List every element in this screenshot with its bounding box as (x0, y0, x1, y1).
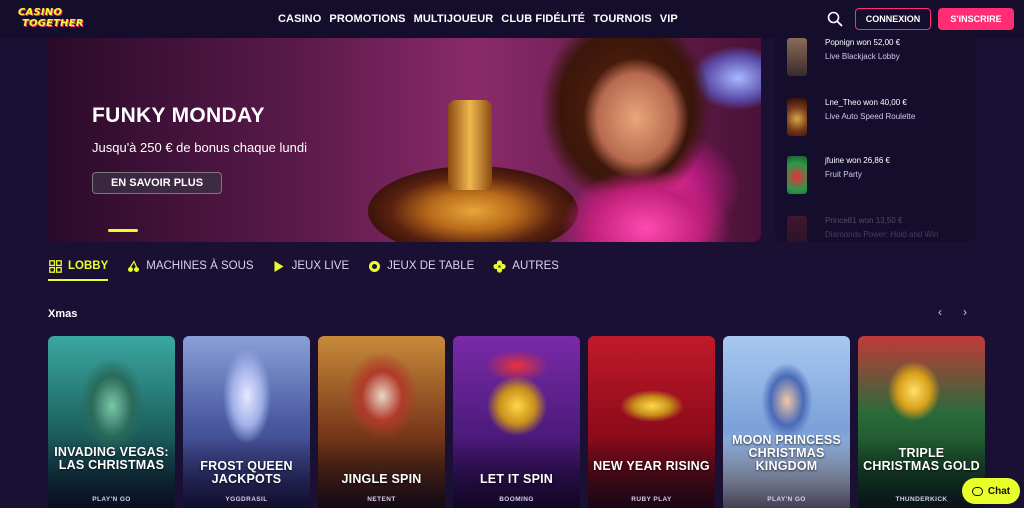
recent-wins-feed: Popnign won 52,00 € Live Blackjack Lobby… (775, 30, 976, 242)
hostess-illustration (526, 38, 736, 242)
game-provider: RUBY PLAY (631, 496, 672, 503)
game-title: LET IT SPIN (479, 472, 554, 486)
main-nav: CASINO PROMOTIONS MULTIJOUEUR CLUB FIDÉL… (278, 0, 686, 38)
tab-label: JEUX DE TABLE (387, 260, 475, 272)
game-card[interactable]: LET IT SPIN BOOMING (453, 336, 580, 508)
chat-label: Chat (987, 485, 1011, 497)
login-button[interactable]: CONNEXION (855, 8, 931, 30)
section-title: Xmas (48, 308, 78, 320)
tab-autres[interactable]: AUTRES (492, 259, 559, 273)
chevron-right-icon[interactable]: › (958, 305, 972, 319)
tab-machines-a-sous[interactable]: MACHINES À SOUS (126, 259, 254, 273)
chevron-left-icon[interactable]: ‹ (933, 305, 947, 319)
game-thumbnail (787, 98, 807, 136)
casino-together-logo[interactable]: CASINO TOGETHER (18, 7, 92, 31)
game-provider: YGGDRASIL (225, 496, 268, 503)
game-title: INVADING VEGAS: LAS CHRISTMAS (54, 445, 169, 472)
game-provider: PLAY'N GO (92, 496, 131, 503)
game-provider: PLAY'N GO (767, 496, 806, 503)
win-item[interactable]: Popnign won 52,00 € Live Blackjack Lobby (787, 38, 972, 88)
game-title: MOON PRINCESS CHRISTMAS KINGDOM (732, 433, 841, 473)
win-text: jfuine won 26,86 € (825, 156, 890, 165)
game-card[interactable]: INVADING VEGAS: LAS CHRISTMAS PLAY'N GO (48, 336, 175, 508)
play-icon (272, 259, 286, 273)
win-game: Live Auto Speed Roulette (825, 112, 916, 121)
promo-banner[interactable]: FUNKY MONDAY Jusqu'à 250 € de bonus chaq… (48, 38, 761, 242)
category-tabs: LOBBY MACHINES À SOUS JEUX LIVE JEUX DE … (48, 258, 577, 274)
tab-jeux-de-table[interactable]: JEUX DE TABLE (367, 259, 474, 273)
tab-label: JEUX LIVE (291, 260, 350, 272)
game-card[interactable]: JINGLE SPIN NETENT (318, 336, 445, 508)
carousel-indicator[interactable] (108, 229, 138, 232)
logo-line1: CASINO (18, 7, 63, 18)
win-game: Diamonds Power: Hold and Win (825, 230, 939, 239)
promo-title: FUNKY MONDAY (92, 104, 265, 127)
game-thumbnail (787, 216, 807, 242)
game-provider: NETENT (367, 496, 396, 503)
game-provider: BOOMING (499, 496, 534, 503)
tab-jeux-live[interactable]: JEUX LIVE (272, 259, 350, 273)
chat-bubble-icon (971, 486, 983, 496)
nav-promotions[interactable]: PROMOTIONS (329, 13, 405, 25)
win-item[interactable]: jfuine won 26,86 € Fruit Party (787, 156, 972, 206)
game-thumbnail (787, 38, 807, 76)
signup-button[interactable]: S'INSCRIRE (938, 8, 1014, 30)
search-icon[interactable] (826, 10, 844, 28)
win-game: Live Blackjack Lobby (825, 52, 900, 61)
win-text: Popnign won 52,00 € (825, 38, 901, 47)
win-game: Fruit Party (825, 170, 862, 179)
promo-subtitle: Jusqu'à 250 € de bonus chaque lundi (92, 140, 307, 155)
chip-icon (367, 259, 381, 273)
game-title: JINGLE SPIN (341, 472, 422, 486)
win-text: Lne_Theo won 40,00 € (825, 98, 907, 107)
learn-more-button[interactable]: EN SAVOIR PLUS (92, 172, 222, 194)
win-item[interactable]: Prince81 won 13,50 € Diamonds Power: Hol… (787, 216, 972, 242)
nav-tournois[interactable]: TOURNOIS (593, 13, 652, 25)
active-tab-indicator (48, 279, 108, 281)
chat-button[interactable]: Chat (962, 478, 1020, 504)
tab-lobby[interactable]: LOBBY (48, 259, 108, 273)
roulette-turret-illustration (448, 100, 492, 190)
game-title: NEW YEAR RISING (593, 459, 710, 473)
nav-multijoueur[interactable]: MULTIJOUEUR (414, 13, 494, 25)
cherry-icon (126, 259, 140, 273)
nav-club-fidelite[interactable]: CLUB FIDÉLITÉ (501, 13, 585, 25)
logo-line2: TOGETHER (22, 18, 84, 29)
clover-icon (492, 259, 506, 273)
nav-casino[interactable]: CASINO (278, 13, 321, 25)
nav-vip[interactable]: VIP (660, 13, 678, 25)
game-title: FROST QUEEN JACKPOTS (200, 459, 293, 486)
game-thumbnail (787, 156, 807, 194)
game-card[interactable]: NEW YEAR RISING RUBY PLAY (588, 336, 715, 508)
game-card[interactable]: FROST QUEEN JACKPOTS YGGDRASIL (183, 336, 310, 508)
tab-label: MACHINES À SOUS (146, 260, 254, 272)
tab-label: LOBBY (68, 260, 109, 272)
win-item[interactable]: Lne_Theo won 40,00 € Live Auto Speed Rou… (787, 98, 972, 148)
game-card[interactable]: MOON PRINCESS CHRISTMAS KINGDOM PLAY'N G… (723, 336, 850, 508)
win-text: Prince81 won 13,50 € (825, 216, 903, 225)
grid-icon (48, 259, 62, 273)
game-title: TRIPLE CHRISTMAS GOLD (863, 446, 980, 473)
tab-label: AUTRES (512, 260, 559, 272)
